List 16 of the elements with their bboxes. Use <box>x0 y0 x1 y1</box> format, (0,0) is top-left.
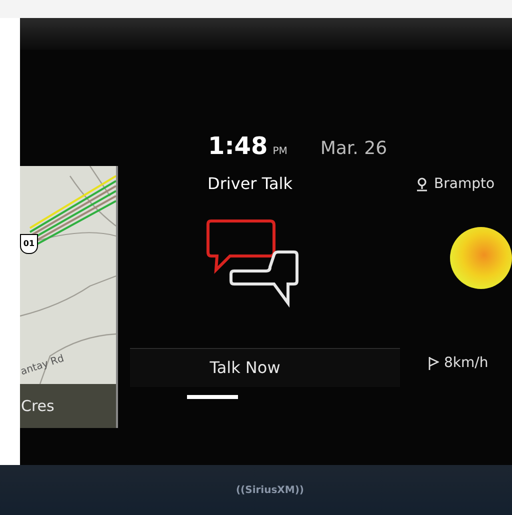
location-pin-icon <box>416 177 428 192</box>
wind-speed: 8km/h <box>444 354 488 373</box>
location-label: Brampto <box>434 175 495 194</box>
brand-logo: ((SiriusXM)) <box>236 484 304 498</box>
talk-now-button[interactable]: Talk Now <box>130 349 400 387</box>
clock-meridiem: PM <box>272 145 288 159</box>
page-indicator[interactable] <box>187 395 238 399</box>
clock-time: 1:48 <box>208 131 268 162</box>
road-label: antay Rd <box>20 352 66 380</box>
widget-title: Driver Talk <box>208 173 292 195</box>
route-shield: 01 <box>20 234 38 254</box>
map-card[interactable]: 01 antay Rd Cres <box>20 166 118 428</box>
street-name-bar: Cres <box>20 384 116 428</box>
flag-icon <box>428 357 439 370</box>
chat-bubbles-icon <box>204 218 300 308</box>
date-label: Mar. 26 <box>320 137 388 161</box>
